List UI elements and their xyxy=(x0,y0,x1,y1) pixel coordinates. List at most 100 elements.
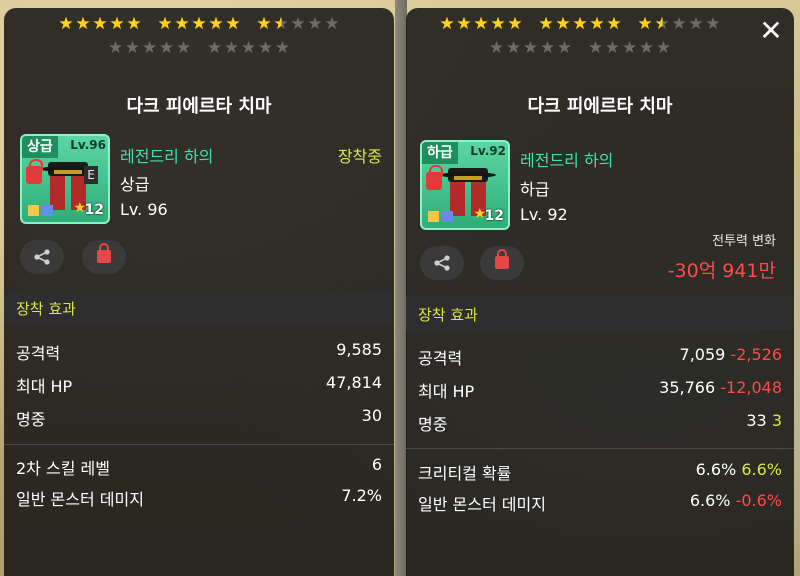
stat-label: 공격력 xyxy=(418,349,463,368)
share-button[interactable] xyxy=(20,240,64,274)
star-icon: ★ xyxy=(671,14,687,34)
star-icon: ★ xyxy=(539,38,556,58)
star-icon: ★ xyxy=(58,14,74,34)
lock-icon xyxy=(426,165,443,190)
star-icon: ★ xyxy=(490,14,506,34)
star-icon: ★ xyxy=(589,14,605,34)
star-group: ★ ★ ★ ★ ★ xyxy=(439,16,524,33)
share-icon xyxy=(434,255,450,271)
stat-label: 명중 xyxy=(16,410,46,429)
star-icon: ★ xyxy=(473,14,489,34)
item-level: Lv. 96 xyxy=(120,200,168,219)
stat-label: 최대 HP xyxy=(16,377,73,396)
compare-item-panel: ★ ★ ★ ★ ★ ★ ★ ★ ★ ★ ★ ★ ★ ★ ★ ★ ★ ★ ★ ★ ★ ★ ★ ★ ★ ✕ 다크 피에르타 … xyxy=(406,8,794,576)
star-group: ★ ★ ★ ★ ★ xyxy=(157,16,242,33)
star-icon: ★ xyxy=(307,14,323,34)
star-icon: ★ xyxy=(208,14,224,34)
item-name: 레전드리 하의 xyxy=(520,151,614,170)
item-title: 다크 피에르타 치마 xyxy=(527,96,673,117)
stat-delta: -0.6% xyxy=(735,491,782,510)
star-icon: ★ xyxy=(126,14,142,34)
icon-level: Lv.92 xyxy=(470,144,506,158)
close-button[interactable]: ✕ xyxy=(758,17,784,45)
stat-row: 2차 스킬 레벨 6 xyxy=(16,455,382,478)
item-name: 레전드리 하의 xyxy=(120,147,214,166)
stat-value-with-delta: 6.6% 6.6% xyxy=(696,460,782,479)
star-icon: ★ xyxy=(655,38,672,58)
star-icon: ★ xyxy=(604,38,621,58)
star-icon: ★ xyxy=(75,14,91,34)
stat-value: 7.2% xyxy=(341,486,382,505)
item-icon[interactable]: 하급 Lv.92 ★ 12 xyxy=(420,140,510,230)
item-icon[interactable]: 상급 Lv.96 E ★ 12 xyxy=(20,134,110,224)
star-icon: ★ xyxy=(637,14,653,34)
star-group: ★ ★ ★ ★ ★ xyxy=(58,16,143,33)
stat-label: 일반 몬스터 데미지 xyxy=(16,490,144,509)
share-button[interactable] xyxy=(420,246,464,280)
star-icon: ★ xyxy=(324,14,340,34)
stat-value: 35,766 xyxy=(659,378,716,397)
star-icon: ★ xyxy=(688,14,704,34)
divider xyxy=(4,444,394,445)
star-icon: ★ xyxy=(439,14,455,34)
star-icon: ★ xyxy=(107,38,124,58)
stat-value: 7,059 xyxy=(679,345,726,364)
star-icon: ★ xyxy=(223,38,240,58)
star-icon: ★ xyxy=(175,38,192,58)
stat-delta: 6.6% xyxy=(741,460,782,479)
star-group: ★ ★ ★ ★ ★ xyxy=(256,16,341,33)
star-icon: ★ xyxy=(157,14,173,34)
lock-button[interactable] xyxy=(82,240,126,274)
lock-button[interactable] xyxy=(480,246,524,280)
star-force-row-2: ★ ★ ★ ★ ★ ★ ★ ★ ★ ★ xyxy=(406,40,754,57)
star-force-row-1: ★ ★ ★ ★ ★ ★ ★ ★ ★ ★ ★ ★ ★ ★ ★ xyxy=(4,16,394,33)
stat-row: 최대 HP 35,766 -12,048 xyxy=(418,378,782,401)
equipped-item-panel: ★ ★ ★ ★ ★ ★ ★ ★ ★ ★ ★ ★ ★ ★ ★ ★ ★ ★ ★ ★ ★ ★ ★ ★ ★ 다크 피에르타 치마… xyxy=(4,8,394,576)
star-icon: ★ xyxy=(174,14,190,34)
lock-icon xyxy=(26,159,43,184)
stat-value: 33 xyxy=(746,411,767,430)
stat-value: 30 xyxy=(361,406,382,425)
star-group: ★ ★ ★ ★ ★ xyxy=(538,16,623,33)
star-icon: ★ xyxy=(621,38,638,58)
star-group: ★ ★ ★ ★ ★ xyxy=(488,40,573,57)
star-group: ★ ★ ★ ★ ★ xyxy=(587,40,672,57)
star-icon: ★ xyxy=(555,14,571,34)
star-icon: ★ xyxy=(290,14,306,34)
star-icon: ★ xyxy=(654,14,670,34)
stat-value: 9,585 xyxy=(336,340,382,359)
star-icon: ★ xyxy=(273,14,289,34)
item-grade: 하급 xyxy=(520,180,550,199)
star-force-row-2: ★ ★ ★ ★ ★ ★ ★ ★ ★ ★ xyxy=(4,40,394,57)
potential-blue-icon xyxy=(42,205,53,216)
section-title: 장착 효과 xyxy=(16,300,76,318)
star-icon: ★ xyxy=(572,14,588,34)
icon-level: Lv.96 xyxy=(70,138,106,152)
stat-row: 크리티컬 확률 6.6% 6.6% xyxy=(418,460,782,483)
star-icon: ★ xyxy=(124,38,141,58)
icon-star-count: 12 xyxy=(84,202,104,218)
stat-value: 6.6% xyxy=(689,491,731,510)
stat-value-with-delta: 6.6% -0.6% xyxy=(690,491,782,510)
star-icon: ★ xyxy=(456,14,472,34)
star-icon: ★ xyxy=(257,38,274,58)
star-icon: ★ xyxy=(256,14,272,34)
lock-icon xyxy=(495,249,509,269)
stat-delta: -2,526 xyxy=(730,345,782,364)
star-icon: ★ xyxy=(240,38,257,58)
equipped-label: 장착중 xyxy=(337,147,382,166)
star-group: ★ ★ ★ ★ ★ xyxy=(206,40,291,57)
power-change-value: -30억 941만 xyxy=(667,260,776,282)
stat-label: 일반 몬스터 데미지 xyxy=(418,495,546,514)
icon-grade-badge: 상급 xyxy=(22,136,58,158)
star-icon: ★ xyxy=(225,14,241,34)
stat-row: 최대 HP 47,814 xyxy=(16,373,382,396)
star-icon: ★ xyxy=(538,14,554,34)
star-icon: ★ xyxy=(587,38,604,58)
star-icon: ★ xyxy=(522,38,539,58)
item-level: Lv. 92 xyxy=(520,205,568,224)
star-icon: ★ xyxy=(141,38,158,58)
star-icon: ★ xyxy=(556,38,573,58)
icon-grade-badge: 하급 xyxy=(422,142,458,164)
potential-yellow-icon xyxy=(28,205,39,216)
